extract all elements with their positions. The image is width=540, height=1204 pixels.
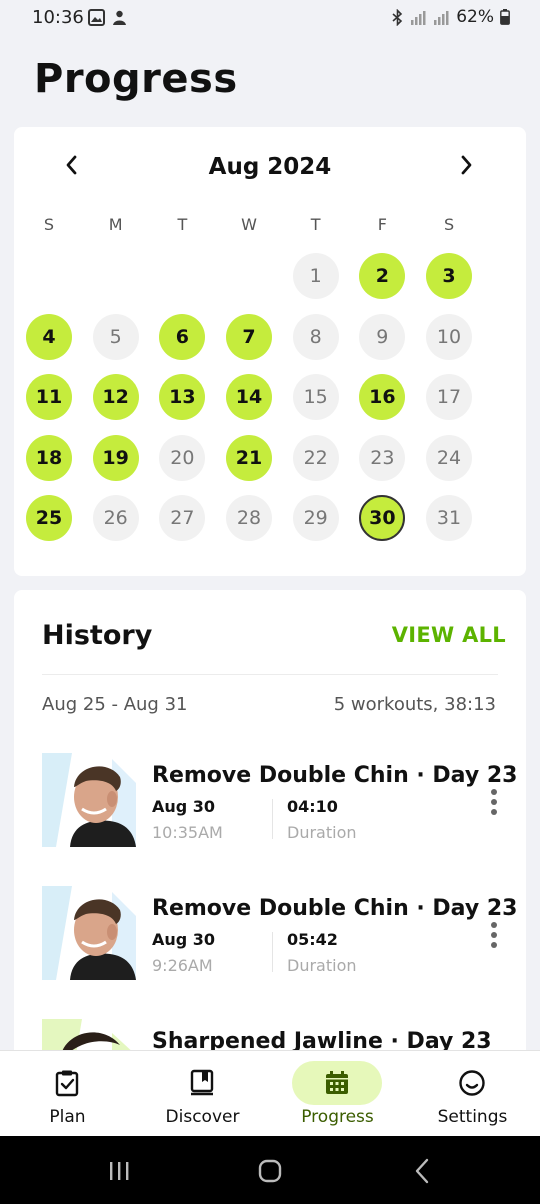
- calendar-day[interactable]: 27: [159, 495, 206, 541]
- calendar-day[interactable]: 17: [426, 374, 473, 420]
- next-month-button[interactable]: [454, 153, 478, 177]
- calendar-card: Aug 2024 SMTWTFS 1 2 3 4 5 6 7 8 9 10 11 12 13 14 15 16…: [14, 127, 526, 576]
- signal-icon: [411, 10, 426, 25]
- workout-title: Remove Double Chin · Day 23: [152, 763, 518, 788]
- workout-title: Remove Double Chin · Day 23: [152, 896, 518, 921]
- view-all-button[interactable]: VIEW ALL: [392, 623, 506, 647]
- history-card: History VIEW ALL Aug 25 - Aug 31 5 worko…: [14, 590, 526, 1060]
- divider: [272, 932, 273, 972]
- system-navigation-bar: [0, 1136, 540, 1204]
- smiley-icon: [459, 1070, 485, 1096]
- bluetooth-icon: [392, 8, 403, 26]
- calendar-day[interactable]: 22: [292, 434, 339, 481]
- calendar-day[interactable]: 8: [292, 313, 339, 360]
- workout-duration: 04:10: [287, 797, 338, 816]
- status-left-icons: [88, 9, 128, 26]
- calendar-day[interactable]: 5: [92, 313, 139, 360]
- workout-item[interactable]: Remove Double Chin · Day 23 Aug 30 10:35…: [14, 753, 526, 853]
- home-icon[interactable]: [255, 1158, 285, 1184]
- battery-percent: 62%: [456, 7, 494, 27]
- calendar-day[interactable]: 12: [92, 374, 139, 420]
- calendar-month-label: Aug 2024: [208, 154, 332, 180]
- workout-thumbnail: [42, 753, 136, 847]
- nav-label: Progress: [301, 1107, 374, 1127]
- back-icon[interactable]: [408, 1158, 438, 1184]
- book-icon: [190, 1069, 214, 1096]
- calendar-day[interactable]: 10: [426, 313, 473, 360]
- calendar-day[interactable]: 13: [159, 374, 206, 420]
- calendar-day[interactable]: 25: [26, 495, 72, 541]
- calendar-day[interactable]: 14: [226, 374, 272, 420]
- workout-duration: 05:42: [287, 930, 338, 949]
- weekday-label: M: [108, 215, 123, 234]
- gallery-icon: [88, 9, 105, 26]
- calendar-day[interactable]: 16: [359, 374, 406, 420]
- calendar-day[interactable]: 4: [26, 313, 72, 360]
- calendar-day[interactable]: 18: [26, 434, 72, 481]
- week-range: Aug 25 - Aug 31: [42, 694, 188, 715]
- divider: [272, 799, 273, 839]
- bottom-navigation: Plan Discover Progress Settings: [0, 1050, 540, 1136]
- more-options-icon[interactable]: [486, 920, 502, 950]
- battery-icon: [500, 9, 510, 25]
- nav-item-progress[interactable]: Progress: [270, 1051, 405, 1137]
- calendar-day[interactable]: 11: [26, 374, 72, 420]
- clipboard-check-icon: [55, 1070, 79, 1097]
- week-summary: 5 workouts, 38:13: [333, 694, 496, 715]
- workout-time: 9:26AM: [152, 956, 213, 975]
- nav-item-discover[interactable]: Discover: [135, 1051, 270, 1137]
- calendar-day[interactable]: 29: [292, 495, 339, 541]
- calendar-day[interactable]: 6: [159, 313, 206, 360]
- calendar-day[interactable]: 9: [359, 313, 406, 360]
- calendar-day[interactable]: 21: [226, 434, 272, 481]
- nav-label: Plan: [49, 1107, 86, 1127]
- more-options-icon[interactable]: [486, 787, 502, 817]
- nav-label: Settings: [437, 1107, 508, 1127]
- status-bar: 10:36 62%: [0, 0, 540, 36]
- calendar-day[interactable]: 19: [92, 434, 139, 481]
- workout-date: Aug 30: [152, 930, 216, 949]
- nav-item-settings[interactable]: Settings: [405, 1051, 540, 1137]
- history-title: History: [42, 620, 153, 651]
- calendar-day[interactable]: 15: [292, 374, 339, 420]
- workout-duration-label: Duration: [287, 823, 357, 842]
- workout-time: 10:35AM: [152, 823, 223, 842]
- weekday-label: S: [443, 215, 455, 234]
- weekday-label: T: [177, 215, 188, 234]
- weekday-label: S: [43, 215, 55, 234]
- workout-thumbnail: [42, 886, 136, 980]
- calendar-day-today[interactable]: 30: [359, 495, 406, 541]
- signal-icon: [434, 10, 449, 25]
- calendar-day[interactable]: 1: [292, 253, 339, 299]
- calendar-day[interactable]: 20: [159, 434, 206, 481]
- workout-date: Aug 30: [152, 797, 216, 816]
- page-title: Progress: [34, 56, 238, 102]
- workout-item[interactable]: Remove Double Chin · Day 23 Aug 30 9:26A…: [14, 886, 526, 986]
- workout-duration-label: Duration: [287, 956, 357, 975]
- status-right: 62%: [391, 7, 510, 27]
- calendar-day[interactable]: 26: [92, 495, 139, 541]
- recents-icon[interactable]: [104, 1158, 134, 1184]
- calendar-day[interactable]: 24: [426, 434, 473, 481]
- calendar-day[interactable]: 23: [359, 434, 406, 481]
- weekday-header: SMTWTFS: [36, 215, 504, 239]
- weekday-label: T: [310, 215, 321, 234]
- status-time: 10:36: [32, 7, 84, 28]
- notification-icon: [113, 10, 126, 25]
- calendar-day[interactable]: 2: [359, 253, 406, 299]
- calendar-day[interactable]: 7: [226, 313, 272, 360]
- weekday-label: W: [241, 215, 257, 234]
- nav-item-plan[interactable]: Plan: [0, 1051, 135, 1137]
- calendar-day[interactable]: 3: [426, 253, 473, 299]
- calendar-icon: [326, 1071, 348, 1094]
- divider: [42, 674, 498, 675]
- nav-label: Discover: [165, 1107, 240, 1127]
- weekday-label: F: [377, 215, 387, 234]
- calendar-day[interactable]: 31: [426, 495, 473, 541]
- calendar-day[interactable]: 28: [226, 495, 272, 541]
